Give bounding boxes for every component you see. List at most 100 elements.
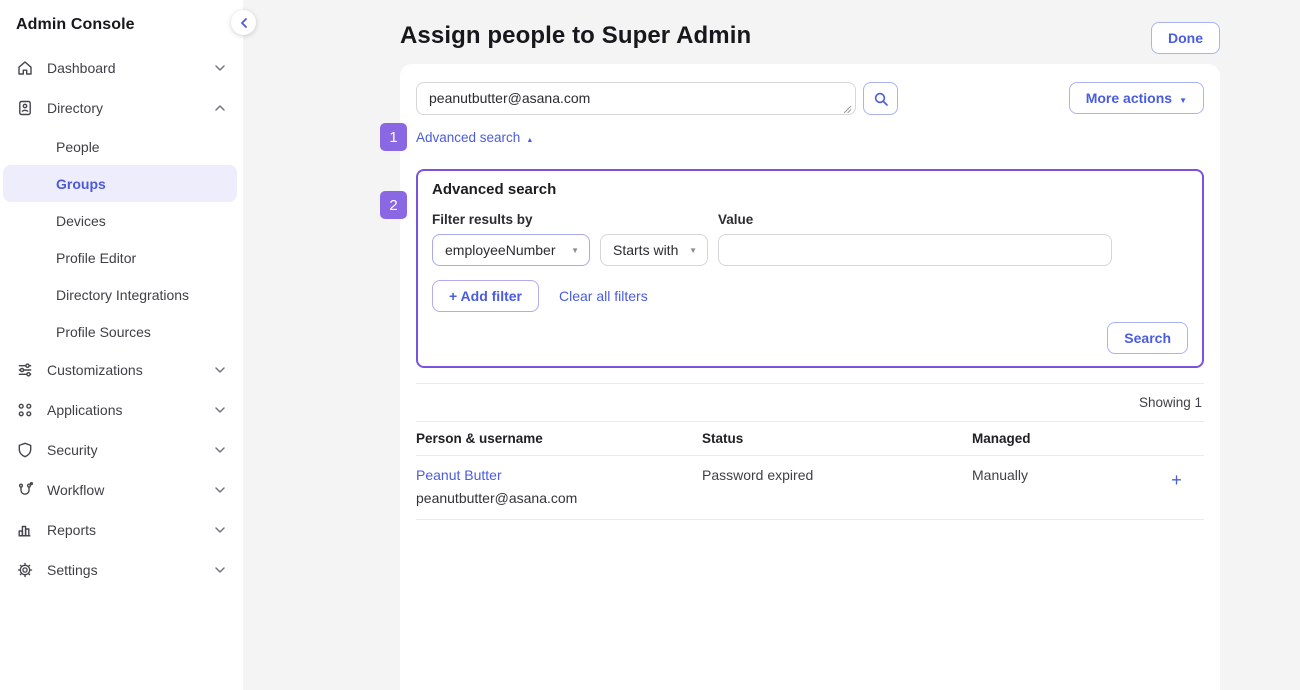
sidebar-item-workflow[interactable]: Workflow: [0, 470, 243, 510]
sidebar-item-security[interactable]: Security: [0, 430, 243, 470]
gear-icon: [16, 561, 34, 579]
sidebar-item-people[interactable]: People: [0, 128, 243, 165]
bar-chart-icon: [16, 521, 34, 539]
column-header-person: Person & username: [416, 422, 702, 455]
more-actions-button[interactable]: More actions: [1069, 82, 1204, 114]
sidebar-item-label: People: [56, 139, 100, 155]
showing-count: Showing 1: [416, 384, 1204, 421]
directory-icon: [16, 99, 34, 117]
person-username: peanutbutter@asana.com: [416, 490, 702, 506]
apps-grid-icon: [16, 401, 34, 419]
select-caret-icon: [571, 246, 579, 255]
admin-console-app: { "sidebar": { "title": "Admin Console",…: [0, 0, 1300, 690]
column-header-status: Status: [702, 422, 972, 455]
sidebar-item-devices[interactable]: Devices: [0, 202, 243, 239]
filter-by-group: Filter results by employeeNumber Starts …: [432, 212, 708, 266]
operator-select-value: Starts with: [613, 242, 678, 258]
results-table-header: Person & username Status Managed: [416, 421, 1204, 456]
chevron-down-icon: [215, 407, 225, 413]
sidebar-item-label: Profile Sources: [56, 324, 151, 340]
sidebar-item-profile-editor[interactable]: Profile Editor: [0, 239, 243, 276]
filter-actions: + Add filter Clear all filters: [432, 280, 1188, 312]
sidebar-item-groups[interactable]: Groups: [3, 165, 237, 202]
chevron-down-icon: [215, 527, 225, 533]
search-input[interactable]: peanutbutter@asana.com: [416, 82, 856, 115]
advanced-search-panel: 2 Advanced search Filter results by empl…: [416, 169, 1204, 368]
advanced-search-submit-button[interactable]: Search: [1107, 322, 1188, 354]
sidebar-item-customizations[interactable]: Customizations: [0, 350, 243, 390]
sidebar-item-reports[interactable]: Reports: [0, 510, 243, 550]
filter-by-label: Filter results by: [432, 212, 708, 227]
sliders-icon: [16, 361, 34, 379]
sidebar: Admin Console Dashboard Directory People…: [0, 0, 243, 690]
chevron-down-icon: [215, 487, 225, 493]
chevron-left-icon: [240, 18, 248, 28]
workflow-icon: [16, 481, 34, 499]
advanced-search-title: Advanced search: [432, 181, 1188, 198]
action-cell: +: [1149, 467, 1204, 506]
advanced-search-toggle[interactable]: Advanced search: [416, 130, 533, 145]
sidebar-item-dashboard[interactable]: Dashboard: [0, 48, 243, 88]
sidebar-item-directory-integrations[interactable]: Directory Integrations: [0, 276, 243, 313]
sidebar-item-label: Security: [47, 442, 98, 458]
caret-up-icon: [526, 130, 533, 145]
sidebar-item-settings[interactable]: Settings: [0, 550, 243, 590]
plus-icon[interactable]: +: [1171, 471, 1182, 489]
select-caret-icon: [689, 246, 697, 255]
search-field-wrap: peanutbutter@asana.com: [416, 82, 856, 120]
assignment-card: peanutbutter@asana.com More actions 1 Ad…: [400, 64, 1220, 690]
sidebar-item-directory[interactable]: Directory: [0, 88, 243, 128]
more-actions-label: More actions: [1086, 91, 1172, 105]
chevron-up-icon: [215, 105, 225, 111]
sidebar-nav: Dashboard Directory People Groups Device…: [0, 44, 243, 590]
sidebar-item-label: Profile Editor: [56, 250, 136, 266]
sidebar-item-label: Directory: [47, 100, 103, 116]
sidebar-item-label: Workflow: [47, 482, 104, 498]
caret-down-icon: [1179, 91, 1187, 105]
attribute-select-value: employeeNumber: [445, 242, 556, 258]
app-title: Admin Console: [0, 0, 243, 44]
operator-select[interactable]: Starts with: [600, 234, 708, 266]
annotation-step-2-badge: 2: [380, 191, 407, 219]
value-group: Value: [718, 212, 1112, 266]
filter-value-input[interactable]: [718, 234, 1112, 266]
clear-all-filters-link[interactable]: Clear all filters: [559, 288, 648, 304]
page-title: Assign people to Super Admin: [400, 22, 751, 50]
filter-row: Filter results by employeeNumber Starts …: [432, 212, 1188, 266]
person-name-link[interactable]: Peanut Butter: [416, 467, 702, 483]
attribute-select[interactable]: employeeNumber: [432, 234, 590, 266]
chevron-down-icon: [215, 65, 225, 71]
advanced-search-label: Advanced search: [416, 130, 520, 145]
value-label: Value: [718, 212, 1112, 227]
search-button[interactable]: [863, 82, 898, 115]
table-row: Peanut Butter peanutbutter@asana.com Pas…: [416, 456, 1204, 520]
filter-selects: employeeNumber Starts with: [432, 234, 708, 266]
advanced-search-link-row: 1 Advanced search: [416, 130, 533, 145]
chevron-down-icon: [215, 567, 225, 573]
column-header-managed: Managed: [972, 422, 1149, 455]
sidebar-item-label: Customizations: [47, 362, 143, 378]
sidebar-item-profile-sources[interactable]: Profile Sources: [0, 313, 243, 350]
search-toolbar: peanutbutter@asana.com More actions: [416, 82, 1204, 120]
sidebar-item-label: Applications: [47, 402, 123, 418]
person-cell: Peanut Butter peanutbutter@asana.com: [416, 467, 702, 506]
sidebar-item-label: Settings: [47, 562, 98, 578]
search-icon: [873, 91, 889, 107]
sidebar-item-applications[interactable]: Applications: [0, 390, 243, 430]
shield-icon: [16, 441, 34, 459]
panel-footer: Search: [432, 322, 1188, 354]
sidebar-item-label: Groups: [56, 176, 106, 192]
column-header-action: [1149, 422, 1204, 455]
managed-cell: Manually: [972, 467, 1149, 506]
chevron-down-icon: [215, 447, 225, 453]
page-header: Assign people to Super Admin Done: [400, 22, 1220, 54]
sidebar-item-label: Reports: [47, 522, 96, 538]
chevron-down-icon: [215, 367, 225, 373]
add-filter-button[interactable]: + Add filter: [432, 280, 539, 312]
sidebar-item-label: Directory Integrations: [56, 287, 189, 303]
home-icon: [16, 59, 34, 77]
sidebar-item-label: Dashboard: [47, 60, 116, 76]
done-button[interactable]: Done: [1151, 22, 1220, 54]
sidebar-collapse-button[interactable]: [231, 10, 256, 35]
sidebar-item-label: Devices: [56, 213, 106, 229]
